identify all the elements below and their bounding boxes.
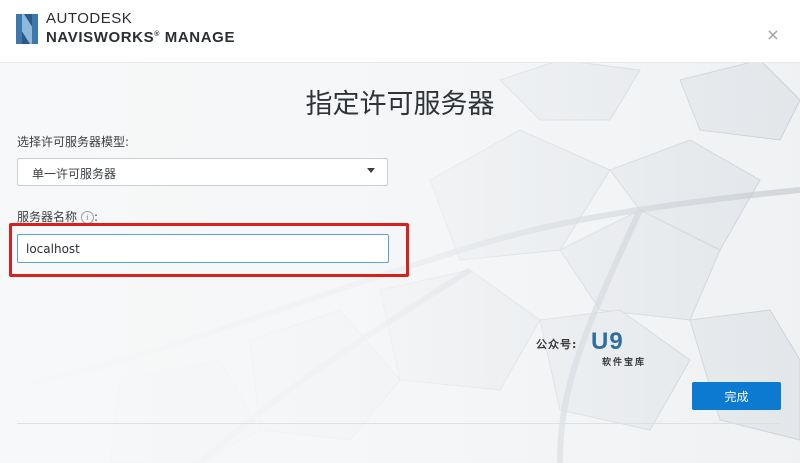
brand-company: AUTODESK	[46, 10, 133, 27]
watermark-logo: U9	[591, 328, 624, 355]
title-bar: AUTODESK NAVISWORKS® MANAGE ×	[0, 0, 800, 63]
registered-mark: ®	[154, 31, 160, 38]
footer-divider	[17, 423, 781, 424]
main-content: 指定许可服务器 选择许可服务器模型: 单一许可服务器 服务器名称i: 公众号: …	[0, 62, 800, 463]
watermark-label: 公众号:	[536, 338, 578, 351]
done-button[interactable]: 完成	[692, 382, 781, 410]
server-name-label-colon: :	[94, 210, 99, 224]
brand-product-edition: MANAGE	[164, 29, 236, 46]
watermark: 公众号: U9 软件宝库	[536, 328, 666, 370]
watermark-subtitle: 软件宝库	[602, 358, 647, 368]
close-icon[interactable]: ×	[766, 27, 780, 43]
model-label: 选择许可服务器模型:	[17, 135, 130, 149]
server-name-label-row: 服务器名称 i:	[17, 208, 98, 225]
chevron-down-icon	[367, 168, 375, 173]
license-model-select[interactable]: 单一许可服务器	[17, 158, 388, 186]
license-model-value: 单一许可服务器	[32, 167, 117, 181]
autodesk-n-logo-icon	[16, 14, 38, 44]
server-name-input[interactable]	[17, 234, 389, 263]
brand-product: NAVISWORKS® MANAGE	[46, 29, 235, 46]
brand-product-name: NAVISWORKS	[46, 29, 155, 46]
info-icon[interactable]: i	[81, 211, 95, 224]
license-dialog: AUTODESK NAVISWORKS® MANAGE × 指定许可服务器 选择…	[0, 0, 800, 463]
page-title: 指定许可服务器	[305, 89, 495, 120]
server-name-label: 服务器名称	[17, 210, 78, 224]
